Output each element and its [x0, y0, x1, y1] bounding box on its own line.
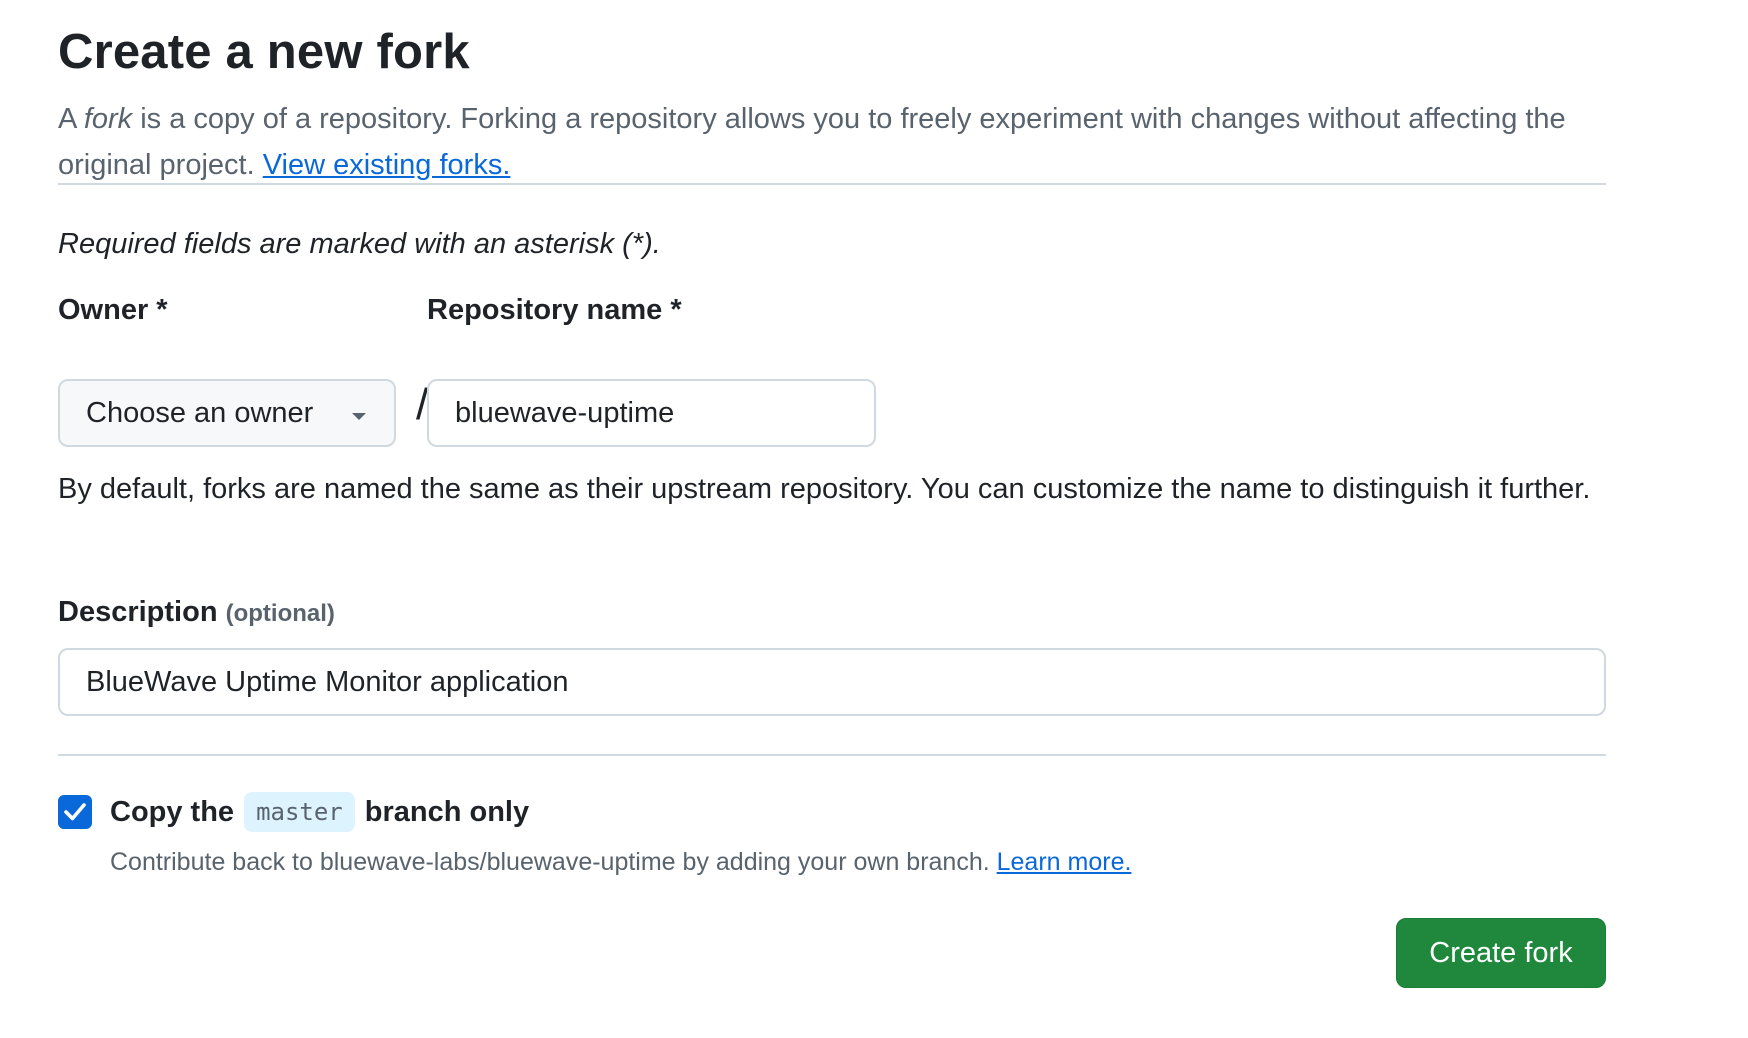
copy-branch-label-prefix: Copy the: [110, 795, 235, 828]
view-existing-forks-link[interactable]: View existing forks.: [263, 149, 511, 181]
owner-select-value: Choose an owner: [86, 396, 314, 429]
required-fields-note: Required fields are marked with an aster…: [58, 228, 661, 260]
description-label: Description (optional): [58, 596, 335, 629]
create-fork-button[interactable]: Create fork: [1396, 918, 1606, 988]
copy-branch-label-suffix: branch only: [364, 795, 530, 828]
copy-branch-checkbox[interactable]: [58, 795, 92, 829]
copy-branch-label[interactable]: Copy the master branch only: [110, 792, 530, 832]
intro-text: A fork is a copy of a repository. Forkin…: [58, 96, 1606, 188]
description-label-text: Description: [58, 596, 218, 628]
optional-tag: (optional): [225, 600, 335, 627]
checkmark-icon: [64, 803, 86, 821]
divider-top: [58, 183, 1606, 185]
create-fork-page: Create a new fork A fork is a copy of a …: [0, 0, 1748, 1038]
repository-name-label: Repository name *: [427, 294, 682, 326]
repository-name-input[interactable]: [427, 379, 876, 447]
owner-label: Owner *: [58, 294, 168, 326]
caret-down-icon: [352, 413, 366, 420]
learn-more-link[interactable]: Learn more.: [997, 848, 1132, 876]
copy-branch-sub-text: Contribute back to bluewave-labs/bluewav…: [110, 848, 997, 876]
owner-select[interactable]: Choose an owner: [58, 379, 396, 447]
description-input[interactable]: [58, 648, 1606, 716]
page-title: Create a new fork: [58, 25, 470, 79]
intro-fork-term: fork: [83, 103, 133, 135]
divider-bottom: [58, 754, 1606, 756]
branch-name-code: master: [244, 792, 355, 832]
copy-branch-description: Contribute back to bluewave-labs/bluewav…: [110, 848, 1131, 877]
repository-name-hint: By default, forks are named the same as …: [58, 473, 1591, 505]
intro-prefix: A: [58, 103, 84, 135]
